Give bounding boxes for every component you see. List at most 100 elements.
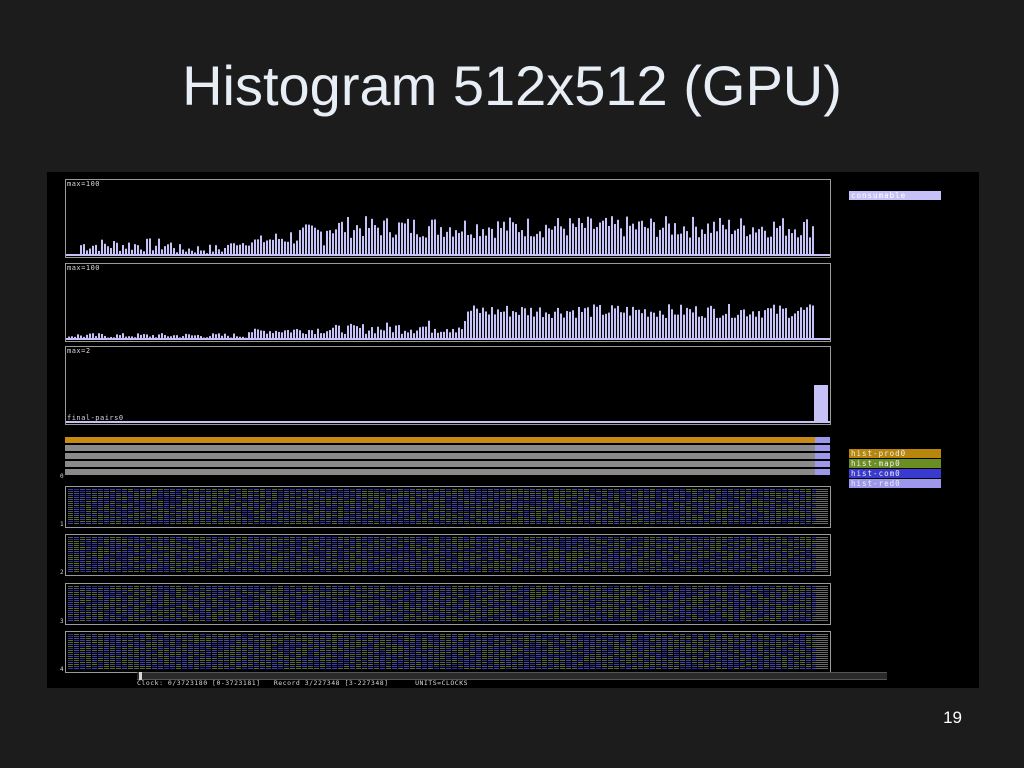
trace-cell: [422, 517, 427, 518]
trace-cell: [230, 491, 235, 492]
trace-cell: [110, 503, 115, 504]
trace-cell: [458, 537, 463, 538]
trace-cell: [596, 489, 601, 490]
trace-cell: [632, 551, 637, 552]
trace-cell: [752, 521, 757, 522]
trace-cell: [176, 489, 181, 490]
graph-bar: [665, 216, 667, 256]
trace-cell: [74, 551, 79, 552]
graph-bar: [98, 333, 100, 340]
trace-cell: [554, 523, 559, 524]
trace-cell: [572, 563, 577, 564]
trace-cell: [674, 565, 679, 566]
trace-cell: [224, 503, 229, 504]
trace-cell: [476, 519, 481, 520]
trace-cell: [722, 505, 727, 506]
trace-cell: [260, 501, 265, 502]
trace-cell: [170, 513, 175, 514]
trace-cell: [560, 493, 565, 494]
graph-bar: [722, 224, 724, 256]
trace-cell: [428, 547, 433, 548]
trace-cell: [704, 545, 709, 546]
graph-bar: [503, 221, 505, 256]
trace-cell: [680, 507, 685, 508]
trace-cell: [734, 557, 739, 558]
trace-cell: [134, 547, 139, 548]
graph-bar: [341, 332, 343, 340]
trace-cell: [332, 569, 337, 570]
trace-cell: [242, 565, 247, 566]
trace-cell: [170, 551, 175, 552]
trace-cell: [662, 505, 667, 506]
trace-cell: [512, 503, 517, 504]
trace-cell: [194, 543, 199, 544]
trace-cell: [542, 493, 547, 494]
trace-cell: [248, 559, 253, 560]
trace-cell: [248, 551, 253, 552]
trace-cell: [110, 519, 115, 520]
trace-cell: [296, 515, 301, 516]
trace-cell: [296, 493, 301, 494]
trace-cell: [236, 489, 241, 490]
trace-cell: [356, 561, 361, 562]
trace-cell: [158, 503, 163, 504]
trace-cell: [116, 497, 121, 498]
trace-cell: [518, 555, 523, 556]
trace-cell: [488, 537, 493, 538]
trace-cell: [578, 545, 583, 546]
trace-cell: [80, 497, 85, 498]
trace-cell: [704, 489, 709, 490]
trace-cell: [68, 515, 73, 516]
trace-cell: [734, 545, 739, 546]
trace-cell: [650, 545, 655, 546]
trace-cell: [176, 511, 181, 512]
trace-cell: [746, 555, 751, 556]
trace-cell: [674, 553, 679, 554]
trace-cell: [86, 553, 91, 554]
trace-cell: [566, 553, 571, 554]
trace-cell: [116, 543, 121, 544]
trace-cell: [800, 505, 805, 506]
trace-cell: [326, 543, 331, 544]
trace-cell: [140, 511, 145, 512]
trace-cell: [224, 491, 229, 492]
trace-cell: [260, 489, 265, 490]
trace-cell: [140, 569, 145, 570]
trace-cell: [80, 541, 85, 542]
trace-cell: [182, 515, 187, 516]
trace-cell: [278, 545, 283, 546]
trace-cell: [716, 537, 721, 538]
graph-bar: [200, 336, 202, 340]
trace-cell: [602, 507, 607, 508]
trace-cell: [434, 549, 439, 550]
trace-cell: [674, 515, 679, 516]
trace-cell: [470, 543, 475, 544]
graph-bar: [350, 323, 352, 340]
trace-cell: [494, 501, 499, 502]
trace-cell: [404, 539, 409, 540]
trace-cell: [614, 509, 619, 510]
trace-cell: [806, 503, 811, 504]
trace-cell: [302, 517, 307, 518]
trace-cell: [368, 497, 373, 498]
trace-cell: [782, 497, 787, 498]
trace-cell: [512, 511, 517, 512]
trace-cell: [500, 523, 505, 524]
trace-cell: [374, 545, 379, 546]
trace-cell: [188, 507, 193, 508]
trace-cell: [200, 555, 205, 556]
trace-cell: [134, 557, 139, 558]
trace-cell: [350, 511, 355, 512]
stream-bar: [65, 469, 815, 475]
graph-bar: [584, 308, 586, 340]
trace-cell: [404, 501, 409, 502]
trace-cell: [770, 503, 775, 504]
trace-cell: [596, 551, 601, 552]
trace-cell: [596, 517, 601, 518]
trace-cell: [704, 495, 709, 496]
trace-cell: [536, 519, 541, 520]
trace-cell: [776, 501, 781, 502]
graph-bar: [335, 229, 337, 256]
trace-cell: [428, 567, 433, 568]
trace-cell: [548, 545, 553, 546]
